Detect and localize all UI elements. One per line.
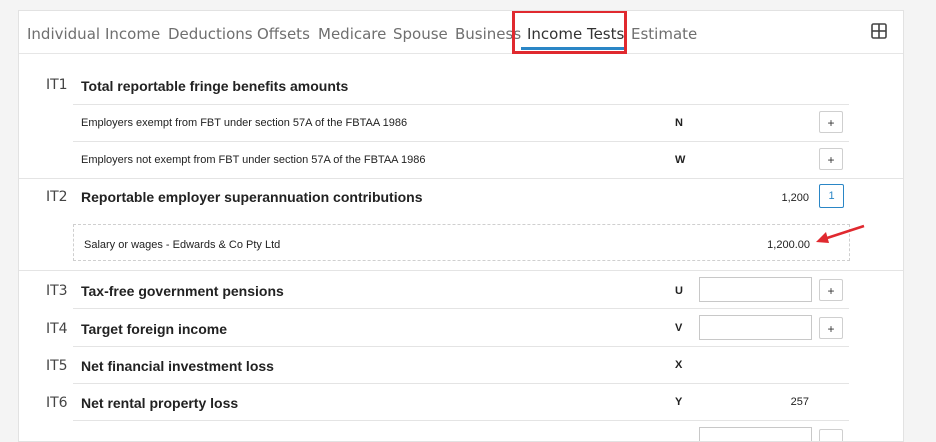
- tab-individual[interactable]: Individual: [27, 25, 100, 43]
- it4-letter: V: [675, 322, 683, 334]
- tab-medicare[interactable]: Medicare: [318, 25, 386, 43]
- tab-spouse[interactable]: Spouse: [393, 25, 448, 43]
- add-exempt-employer-button[interactable]: +: [819, 111, 843, 133]
- add-target-foreign-income-button[interactable]: +: [819, 317, 843, 339]
- it6-code: IT6: [46, 395, 68, 411]
- divider: [73, 383, 849, 384]
- it1-item-not-exempt-label: Employers not exempt from FBT under sect…: [81, 154, 426, 166]
- add-tax-free-pension-button[interactable]: +: [819, 279, 843, 301]
- divider: [73, 346, 849, 347]
- it1-item-exempt-letter: N: [675, 117, 683, 129]
- it2-detail-value: 1,200.00: [767, 239, 810, 251]
- it4-code: IT4: [46, 321, 68, 337]
- it5-code: IT5: [46, 358, 68, 374]
- add-not-exempt-employer-button[interactable]: +: [819, 148, 843, 170]
- it3-letter: U: [675, 285, 683, 297]
- income-tests-card: Individual Income Deductions Offsets Med…: [18, 10, 904, 442]
- tab-estimate[interactable]: Estimate: [631, 25, 697, 43]
- it2-count-button[interactable]: 1: [819, 184, 844, 208]
- tab-bar: Individual Income Deductions Offsets Med…: [19, 11, 903, 54]
- divider: [73, 141, 849, 142]
- target-foreign-income-input[interactable]: [699, 315, 812, 340]
- divider: [19, 270, 903, 271]
- divider: [19, 178, 903, 179]
- it1-item-not-exempt-letter: W: [675, 154, 686, 166]
- annotation-arrow-icon: [816, 224, 865, 243]
- tab-income[interactable]: Income: [105, 25, 160, 43]
- highlight-box: [512, 11, 627, 54]
- it3-title: Tax-free government pensions: [81, 283, 284, 299]
- it4-title: Target foreign income: [81, 321, 227, 337]
- it3-code: IT3: [46, 283, 68, 299]
- tab-offsets[interactable]: Offsets: [257, 25, 310, 43]
- it2-value: 1,200: [781, 192, 809, 204]
- tax-free-pensions-input[interactable]: [699, 277, 812, 302]
- it1-title: Total reportable fringe benefits amounts: [81, 78, 349, 94]
- it2-detail-label: Salary or wages - Edwards & Co Pty Ltd: [84, 239, 281, 251]
- it1-code: IT1: [46, 77, 68, 93]
- divider: [73, 308, 849, 309]
- it6-title: Net rental property loss: [81, 395, 239, 411]
- it2-detail-row[interactable]: Salary or wages - Edwards & Co Pty Ltd 1…: [73, 224, 850, 261]
- it2-title: Reportable employer superannuation contr…: [81, 189, 423, 205]
- grid-layout-icon[interactable]: [871, 23, 887, 39]
- divider: [73, 420, 849, 421]
- next-row-input[interactable]: [699, 427, 812, 441]
- it5-title: Net financial investment loss: [81, 358, 274, 374]
- it5-letter: X: [675, 359, 683, 371]
- it2-code: IT2: [46, 189, 68, 205]
- it6-letter: Y: [675, 396, 683, 408]
- it6-value: 257: [790, 396, 809, 408]
- tab-deductions[interactable]: Deductions: [168, 25, 253, 43]
- divider: [73, 104, 849, 105]
- it1-item-exempt-label: Employers exempt from FBT under section …: [81, 117, 408, 129]
